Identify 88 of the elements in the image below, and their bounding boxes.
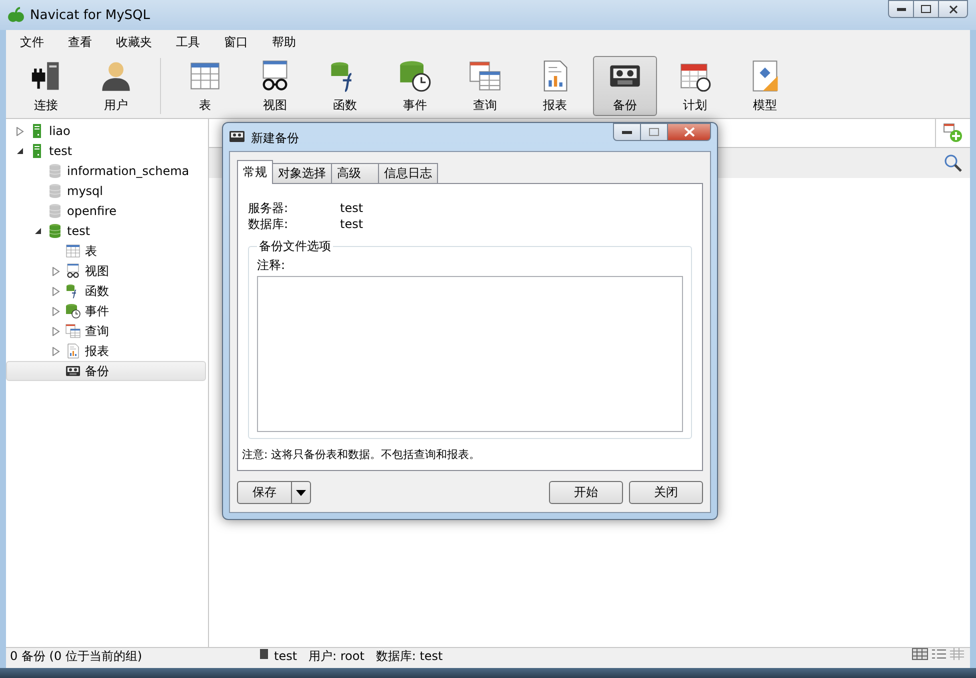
menu-item[interactable]: 帮助 <box>260 34 308 50</box>
toolbar-button[interactable]: 报表 <box>523 56 587 116</box>
tab[interactable]: 对象选择 <box>272 163 332 184</box>
query-icon <box>468 58 502 92</box>
minimize-button[interactable] <box>613 123 641 141</box>
menu-item[interactable]: 收藏夹 <box>104 34 164 50</box>
tree-item[interactable]: 报表 <box>6 341 206 361</box>
tree-item[interactable]: 查询 <box>6 321 206 341</box>
add-table-icon <box>943 123 963 143</box>
close-button[interactable] <box>667 123 711 141</box>
status-text: 0 备份 (0 位于当前的组) <box>9 648 144 665</box>
dialog-button[interactable]: 关闭 <box>629 481 703 504</box>
minimize-icon <box>896 8 906 10</box>
menu-item[interactable]: 工具 <box>164 34 212 50</box>
save-button[interactable]: 保存 <box>237 481 311 504</box>
query-icon <box>65 323 81 339</box>
collapsed-arrow-icon[interactable] <box>52 286 60 296</box>
note-text: 注意: 这将只备份表和数据。不包括查询和报表。 <box>242 447 482 462</box>
toolbar-button[interactable]: 查询 <box>453 56 517 116</box>
grid-view-icon[interactable] <box>912 648 928 660</box>
comment-field[interactable] <box>257 276 683 432</box>
app-logo-icon <box>8 7 24 23</box>
menu-item[interactable]: 窗口 <box>212 34 260 50</box>
database-icon <box>47 203 63 219</box>
tree-item[interactable]: information_schema <box>6 161 206 181</box>
tab[interactable]: 高级 <box>331 163 379 184</box>
maximize-icon <box>921 5 931 13</box>
list-view-icon[interactable] <box>932 648 946 660</box>
database-icon <box>47 223 63 239</box>
status-text: test 用户: root 数据库: test <box>274 648 443 665</box>
close-button[interactable] <box>938 0 968 18</box>
tree-item[interactable]: test <box>6 141 206 161</box>
tree-item[interactable]: 备份 <box>6 361 206 381</box>
tree-item[interactable]: liao <box>6 121 206 141</box>
tree-item[interactable]: 函数 <box>6 281 206 301</box>
toolbar-button[interactable]: 视图 <box>243 56 307 116</box>
menu-item[interactable]: 文件 <box>8 34 56 50</box>
expanded-arrow-icon[interactable] <box>16 147 24 155</box>
menu-item[interactable]: 查看 <box>56 34 104 50</box>
close-icon <box>948 4 958 14</box>
minimize-icon <box>622 130 632 134</box>
tab[interactable]: 信息日志 <box>378 163 438 184</box>
field-label: 注释: <box>257 257 286 274</box>
tab[interactable]: 常规 <box>237 160 273 184</box>
field-value: test <box>340 216 364 232</box>
toolbar-button[interactable]: 函数 <box>313 56 377 116</box>
report-icon <box>65 343 81 359</box>
tree-item[interactable]: test <box>6 221 206 241</box>
server-icon <box>258 648 270 660</box>
close-icon <box>684 127 694 137</box>
tree-item[interactable]: openfire <box>6 201 206 221</box>
minimize-button[interactable] <box>888 0 914 18</box>
collapsed-arrow-icon[interactable] <box>52 346 60 356</box>
toolbar-button[interactable]: 表 <box>173 56 237 116</box>
toolbar-button[interactable]: 计划 <box>663 56 727 116</box>
toolbar-button[interactable]: 模型 <box>733 56 797 116</box>
event-icon <box>65 303 81 319</box>
table-icon <box>65 243 81 259</box>
tree-item[interactable]: 事件 <box>6 301 206 321</box>
dialog-button[interactable]: 开始 <box>549 481 623 504</box>
backup-icon <box>65 363 81 379</box>
event-icon <box>398 58 432 92</box>
caret-icon <box>296 490 306 496</box>
backup-icon <box>229 130 245 144</box>
collapsed-arrow-icon[interactable] <box>52 306 60 316</box>
expanded-arrow-icon[interactable] <box>34 227 42 235</box>
window-title: Navicat for MySQL <box>30 8 151 22</box>
database-icon <box>47 183 63 199</box>
database-icon <box>47 163 63 179</box>
tree-item[interactable]: 视图 <box>6 261 206 281</box>
search-icon[interactable] <box>944 154 962 172</box>
collapsed-arrow-icon[interactable] <box>16 126 24 136</box>
maximize-button[interactable] <box>913 0 939 18</box>
tree-item[interactable]: mysql <box>6 181 206 201</box>
toolbar-button[interactable]: 备份 <box>593 56 657 116</box>
collapsed-arrow-icon[interactable] <box>52 326 60 336</box>
field-label: 数据库: <box>248 216 290 232</box>
tree-item[interactable]: 表 <box>6 241 206 261</box>
maximize-icon <box>649 128 659 136</box>
toolbar-button[interactable]: 事件 <box>383 56 447 116</box>
group-title: 备份文件选项 <box>258 238 332 255</box>
field-value: test <box>340 200 364 216</box>
collapsed-arrow-icon[interactable] <box>52 266 60 276</box>
field-label: 服务器: <box>248 200 290 216</box>
toolbar-button[interactable]: 用户 <box>84 56 148 116</box>
toolbar-button[interactable]: 连接 <box>14 56 78 116</box>
view-icon <box>65 263 81 279</box>
dialog-title: 新建备份 <box>251 130 300 147</box>
